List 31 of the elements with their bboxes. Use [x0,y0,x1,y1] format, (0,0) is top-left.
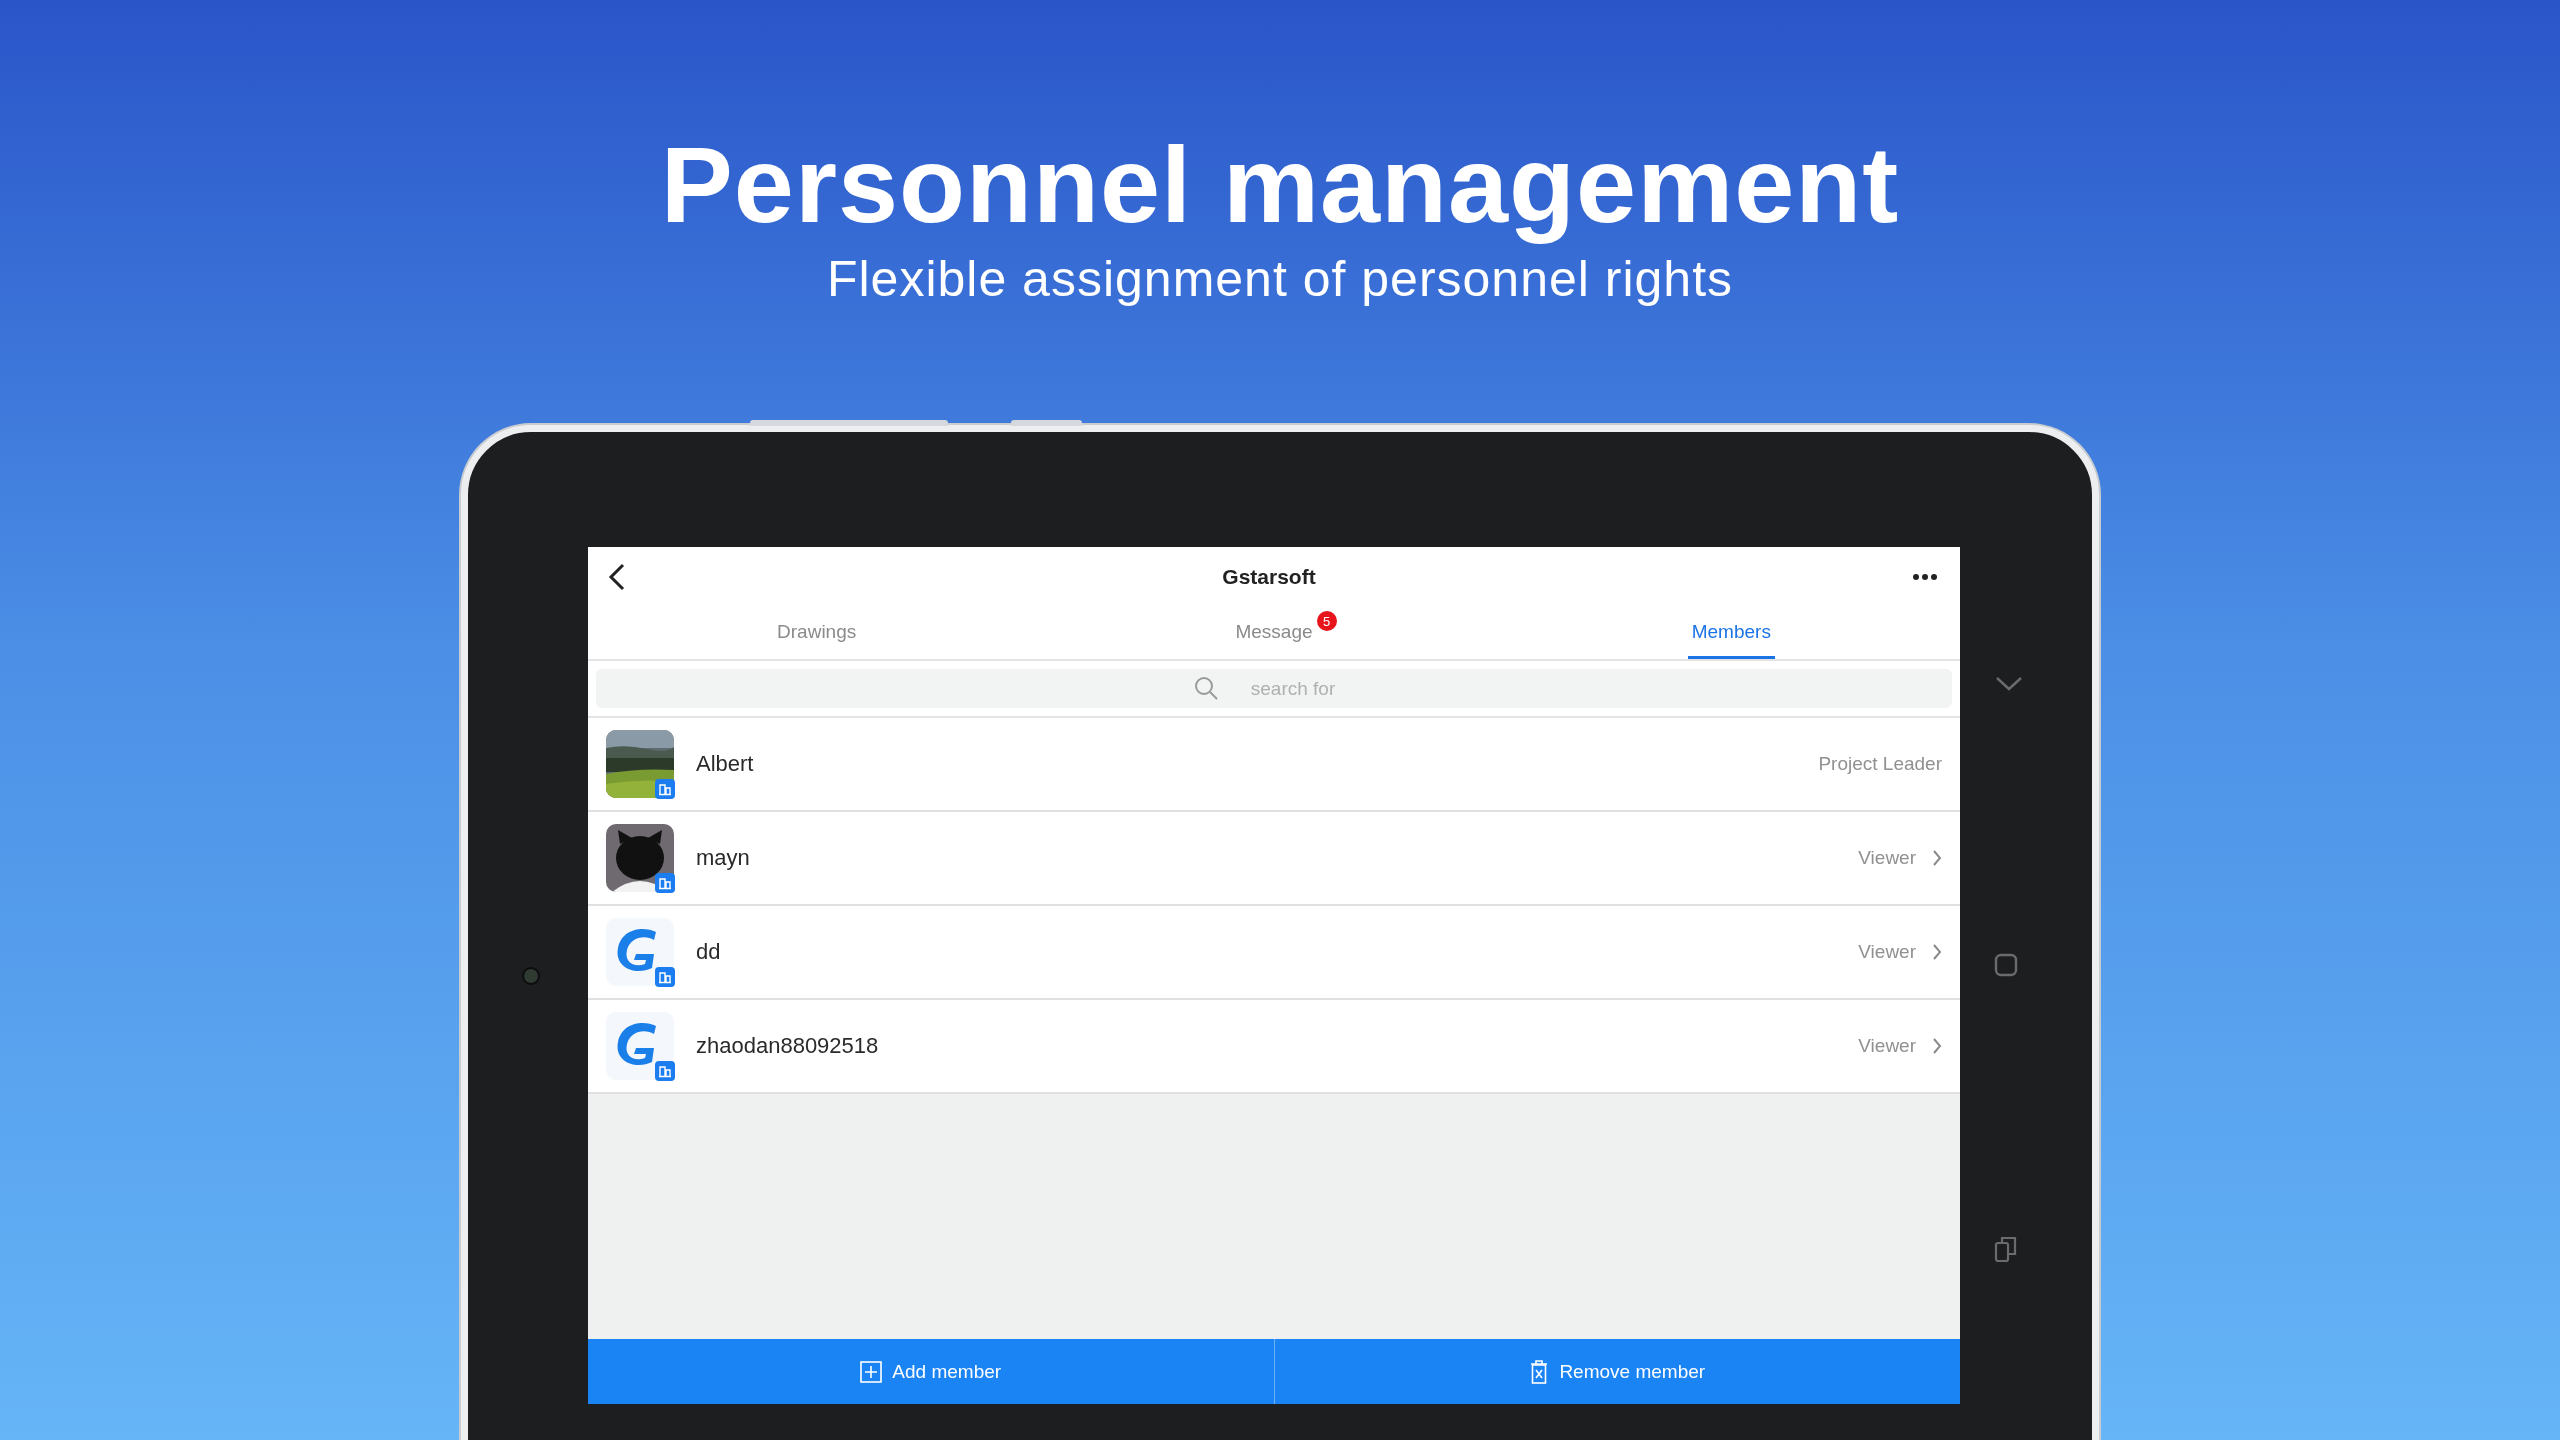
member-role: Viewer [1858,847,1916,869]
trash-icon [1529,1358,1550,1385]
logo-icon [606,918,674,986]
more-icon [1912,573,1938,581]
member-role: Viewer [1858,1035,1916,1057]
logo-icon [606,1012,674,1080]
building-icon [655,873,675,893]
building-icon [655,1061,675,1081]
square-icon[interactable] [1994,953,2018,977]
member-name: zhaodan88092518 [696,1033,880,1059]
page-subheading: Flexible assignment of personnel rights [826,250,1734,309]
tab[interactable]: Members [1687,607,1775,659]
chevron-down-icon[interactable] [1994,675,2024,693]
search-field[interactable]: search for [596,669,1952,708]
building-icon [655,967,675,987]
screen-title: Gstarsoft [1222,565,1316,589]
rotate-screen-icon[interactable] [1994,1235,2018,1263]
member-role: Viewer [1858,941,1916,963]
search-icon [1194,676,1220,702]
back-icon [608,563,626,591]
page-heading: Personnel management [660,125,1900,245]
member-role: Project Leader [1818,753,1942,775]
camera-lens [522,967,540,985]
plus-icon [860,1360,883,1383]
member-name: dd [696,939,722,965]
tab[interactable]: Message 5 [1231,607,1339,659]
tab[interactable]: Drawings [773,607,861,659]
unread-count-badge: 5 [1316,611,1337,631]
building-icon [655,779,675,799]
member-name: mayn [696,845,751,871]
member-name: Albert [696,751,755,777]
